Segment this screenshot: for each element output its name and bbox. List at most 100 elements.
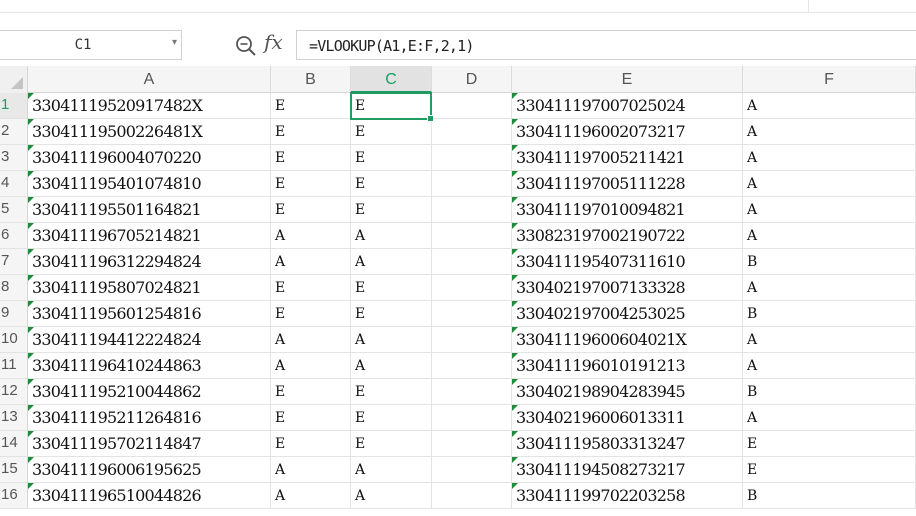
cell-e12[interactable]: 330402198904283945 <box>512 379 743 405</box>
row-header[interactable]: 13 <box>0 405 28 431</box>
formula-input[interactable]: =VLOOKUP(A1,E:F,2,1) <box>296 30 916 60</box>
cell-a7[interactable]: 330411196312294824 <box>28 249 271 275</box>
cell-b14[interactable]: E <box>271 431 351 457</box>
cell-c14[interactable]: E <box>351 431 432 457</box>
row-header[interactable]: 10 <box>0 327 28 353</box>
cell-a12[interactable]: 330411195210044862 <box>28 379 271 405</box>
row-header[interactable]: 3 <box>0 145 28 171</box>
cell-f7[interactable]: B <box>743 249 916 275</box>
cell-f15[interactable]: E <box>743 457 916 483</box>
cell-a1[interactable]: 33041119520917482X <box>28 93 271 119</box>
column-header-e[interactable]: E <box>512 66 743 93</box>
column-header-c[interactable]: C <box>351 66 432 93</box>
zoom-search-icon[interactable] <box>234 34 258 58</box>
cell-b12[interactable]: E <box>271 379 351 405</box>
cell-f11[interactable]: A <box>743 353 916 379</box>
cell-a5[interactable]: 330411195501164821 <box>28 197 271 223</box>
cell-d16[interactable] <box>432 483 512 509</box>
column-header-a[interactable]: A <box>28 66 271 93</box>
name-box[interactable]: C1 ▾ <box>0 30 182 60</box>
column-header-f[interactable]: F <box>743 66 916 93</box>
cell-a16[interactable]: 330411196510044826 <box>28 483 271 509</box>
cell-d15[interactable] <box>432 457 512 483</box>
cell-f1[interactable]: A <box>743 93 916 119</box>
cell-f16[interactable]: B <box>743 483 916 509</box>
row-header[interactable]: 14 <box>0 431 28 457</box>
cell-d8[interactable] <box>432 275 512 301</box>
cell-b2[interactable]: E <box>271 119 351 145</box>
cell-f4[interactable]: A <box>743 171 916 197</box>
cell-c10[interactable]: A <box>351 327 432 353</box>
chevron-down-icon[interactable]: ▾ <box>172 37 177 48</box>
cell-d1[interactable] <box>432 93 512 119</box>
cell-c2[interactable]: E <box>351 119 432 145</box>
column-header-b[interactable]: B <box>271 66 351 93</box>
cell-d14[interactable] <box>432 431 512 457</box>
row-header[interactable]: 1 <box>0 93 28 119</box>
row-header[interactable]: 9 <box>0 301 28 327</box>
cell-a4[interactable]: 330411195401074810 <box>28 171 271 197</box>
cell-f9[interactable]: B <box>743 301 916 327</box>
cell-f13[interactable]: A <box>743 405 916 431</box>
cell-a9[interactable]: 330411195601254816 <box>28 301 271 327</box>
cell-a14[interactable]: 330411195702114847 <box>28 431 271 457</box>
cell-b5[interactable]: E <box>271 197 351 223</box>
select-all-corner[interactable] <box>0 66 28 93</box>
cell-e14[interactable]: 330411195803313247 <box>512 431 743 457</box>
cell-c3[interactable]: E <box>351 145 432 171</box>
row-header[interactable]: 8 <box>0 275 28 301</box>
cell-d3[interactable] <box>432 145 512 171</box>
cell-c6[interactable]: A <box>351 223 432 249</box>
cell-b4[interactable]: E <box>271 171 351 197</box>
cell-e3[interactable]: 330411197005211421 <box>512 145 743 171</box>
cell-c7[interactable]: A <box>351 249 432 275</box>
cell-d5[interactable] <box>432 197 512 223</box>
cell-c11[interactable]: A <box>351 353 432 379</box>
cell-d2[interactable] <box>432 119 512 145</box>
row-header[interactable]: 15 <box>0 457 28 483</box>
cell-c1[interactable]: E <box>351 93 432 119</box>
cell-b3[interactable]: E <box>271 145 351 171</box>
cell-c9[interactable]: E <box>351 301 432 327</box>
cell-b1[interactable]: E <box>271 93 351 119</box>
cell-f5[interactable]: A <box>743 197 916 223</box>
cell-a11[interactable]: 330411196410244863 <box>28 353 271 379</box>
cell-f3[interactable]: A <box>743 145 916 171</box>
cell-b13[interactable]: E <box>271 405 351 431</box>
cell-b6[interactable]: A <box>271 223 351 249</box>
cell-c16[interactable]: A <box>351 483 432 509</box>
cell-c12[interactable]: E <box>351 379 432 405</box>
cell-e8[interactable]: 330402197007133328 <box>512 275 743 301</box>
cell-f10[interactable]: A <box>743 327 916 353</box>
cell-d4[interactable] <box>432 171 512 197</box>
cell-e4[interactable]: 330411197005111228 <box>512 171 743 197</box>
cell-e6[interactable]: 330823197002190722 <box>512 223 743 249</box>
cell-a2[interactable]: 33041119500226481X <box>28 119 271 145</box>
cell-b11[interactable]: A <box>271 353 351 379</box>
cell-e13[interactable]: 330402196006013311 <box>512 405 743 431</box>
cell-e15[interactable]: 330411194508273217 <box>512 457 743 483</box>
cell-e1[interactable]: 330411197007025024 <box>512 93 743 119</box>
cell-c4[interactable]: E <box>351 171 432 197</box>
row-header[interactable]: 12 <box>0 379 28 405</box>
cell-e2[interactable]: 330411196002073217 <box>512 119 743 145</box>
row-header[interactable]: 4 <box>0 171 28 197</box>
cell-e10[interactable]: 33041119600604021X <box>512 327 743 353</box>
cell-f14[interactable]: E <box>743 431 916 457</box>
cell-b10[interactable]: A <box>271 327 351 353</box>
cell-d6[interactable] <box>432 223 512 249</box>
cell-b16[interactable]: A <box>271 483 351 509</box>
row-header[interactable]: 16 <box>0 483 28 509</box>
cell-e9[interactable]: 330402197004253025 <box>512 301 743 327</box>
cell-b8[interactable]: E <box>271 275 351 301</box>
cell-a6[interactable]: 330411196705214821 <box>28 223 271 249</box>
cell-c13[interactable]: E <box>351 405 432 431</box>
cell-c8[interactable]: E <box>351 275 432 301</box>
fx-icon[interactable]: fx <box>264 30 283 54</box>
cell-d12[interactable] <box>432 379 512 405</box>
row-header[interactable]: 11 <box>0 353 28 379</box>
cell-f6[interactable]: A <box>743 223 916 249</box>
row-header[interactable]: 5 <box>0 197 28 223</box>
cell-e5[interactable]: 330411197010094821 <box>512 197 743 223</box>
cell-c5[interactable]: E <box>351 197 432 223</box>
